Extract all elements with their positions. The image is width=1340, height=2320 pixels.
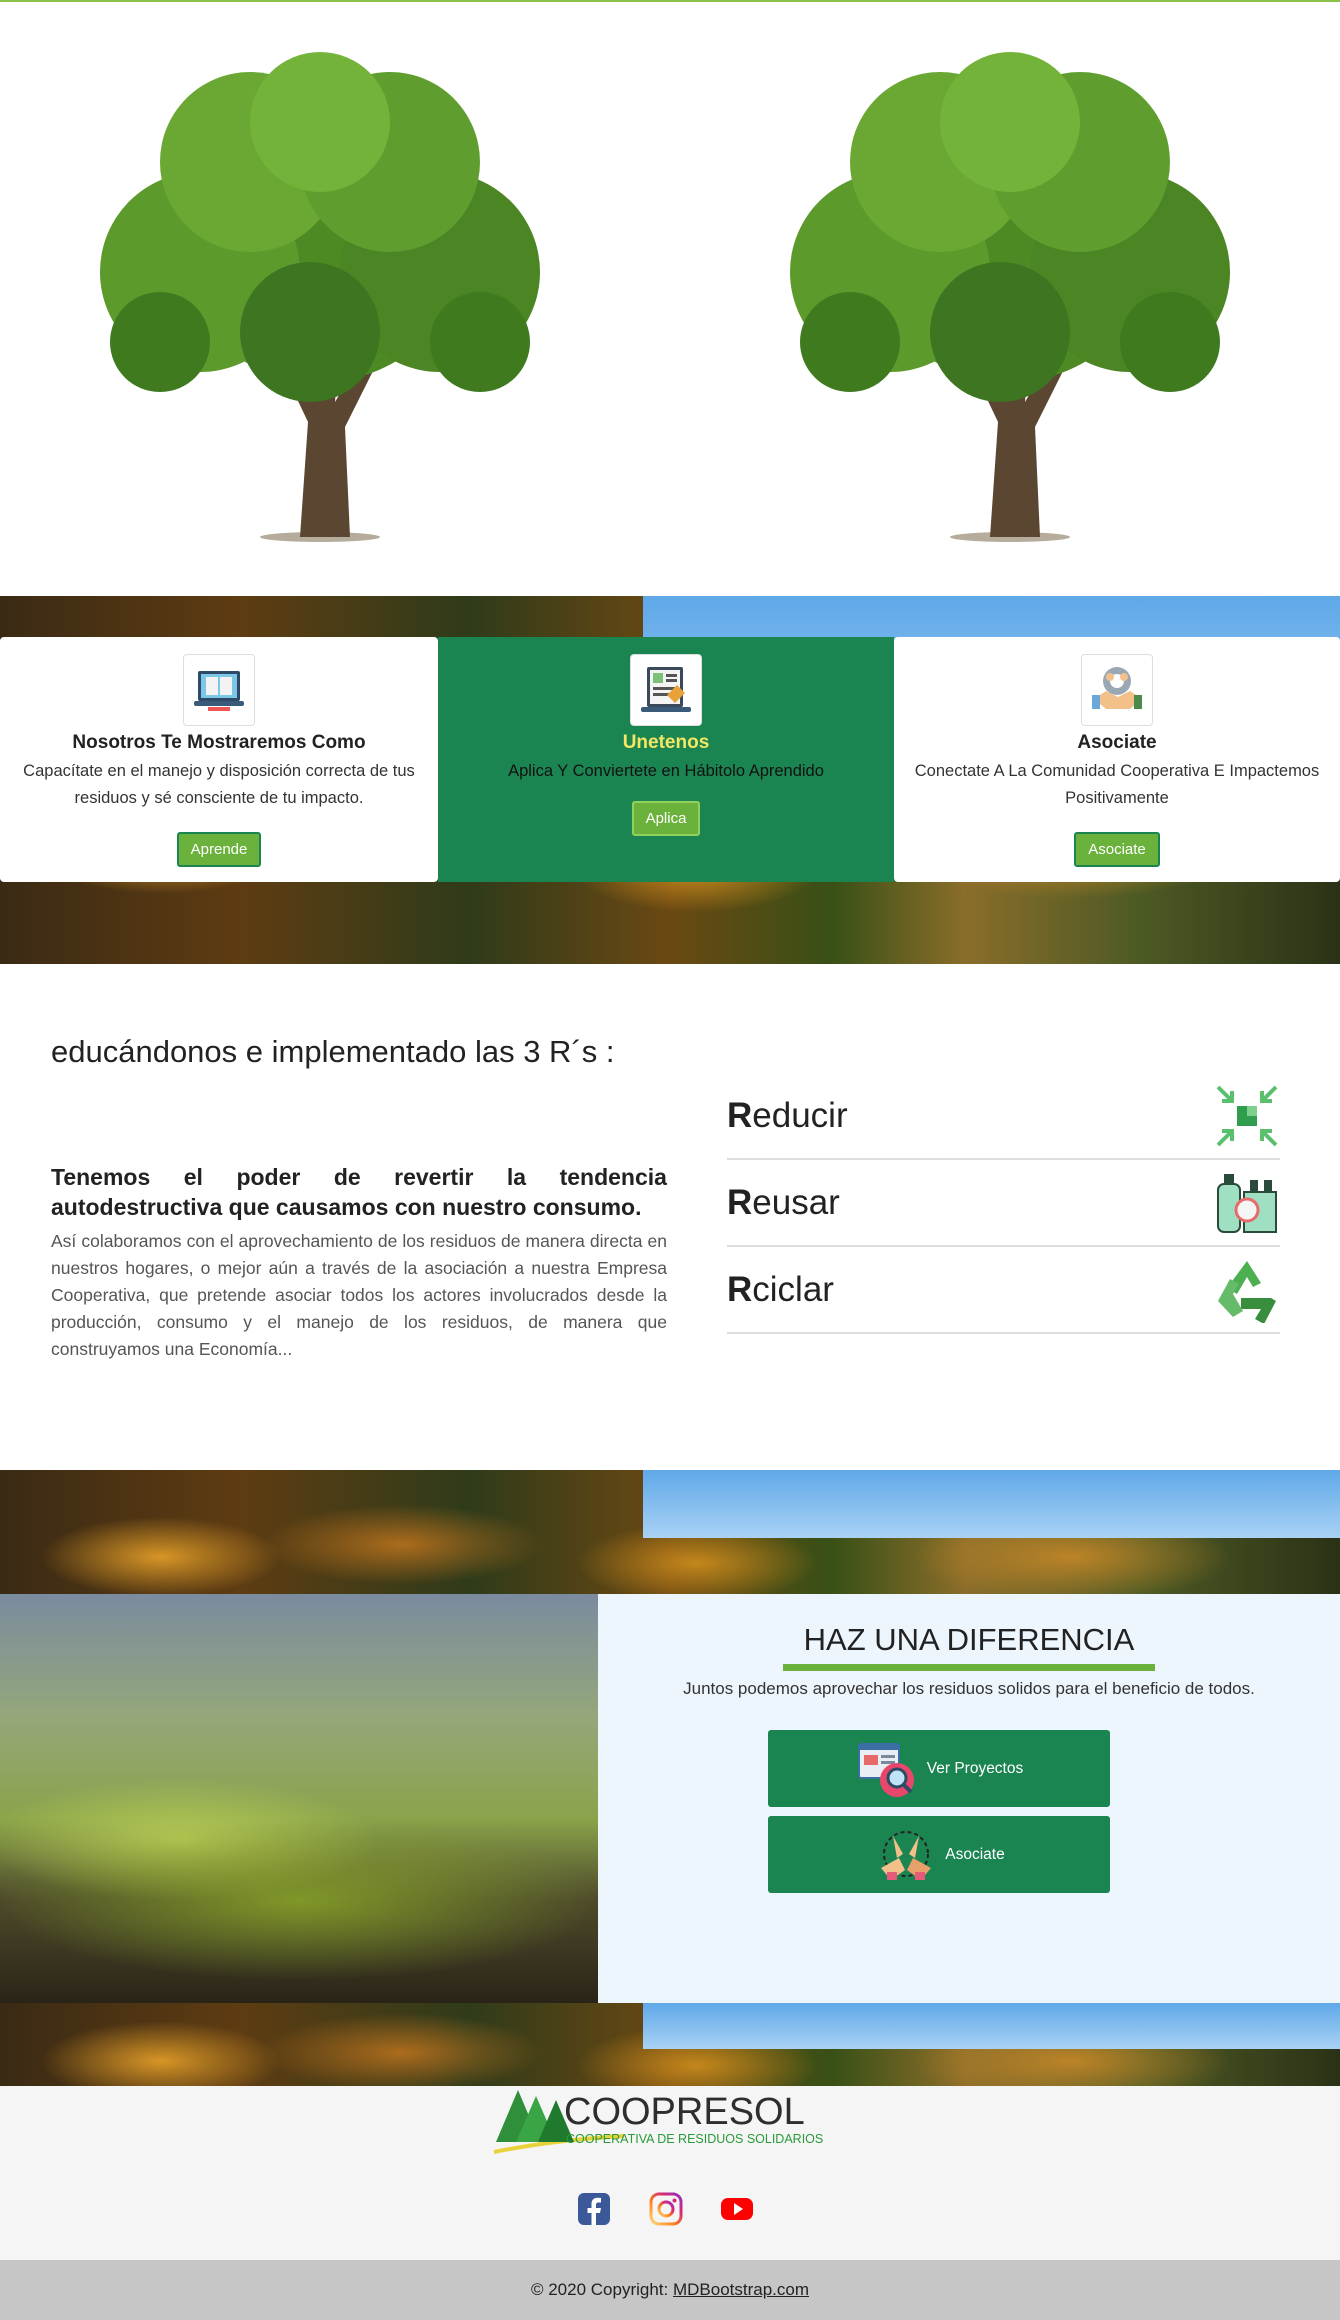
asociate-button[interactable]: Asociate [768, 1816, 1110, 1893]
svg-text:COOPERATIVA DE RESIDUOS SOLIDA: COOPERATIVA DE RESIDUOS SOLIDARIOS [566, 2132, 823, 2146]
ver-proyectos-label: Ver Proyectos [926, 1759, 1024, 1777]
card-text: Aplica Y Conviertete en Hábitolo Aprendi… [508, 762, 824, 780]
copyright-text: © 2020 Copyright: [530, 2280, 669, 2299]
asociate-card-button[interactable]: Asociate [1074, 832, 1160, 867]
reuse-bottles-icon [1217, 1173, 1277, 1233]
rs-body-text: Así colaboramos con el aprovechamiento d… [51, 1231, 667, 1359]
svg-text:COOPRESOL: COOPRESOL [564, 2091, 805, 2133]
r-word: Reducir [727, 1095, 848, 1135]
book-laptop-icon [183, 654, 255, 726]
tree-image-left [100, 52, 540, 542]
subtitle-word: poder [236, 1164, 301, 1190]
coopresol-logo[interactable]: COOPRESOL COOPERATIVA DE RESIDUOS SOLIDA… [492, 2086, 842, 2156]
subtitle-word: la [506, 1164, 527, 1190]
card-title: Asociate [1077, 732, 1157, 753]
card-title: Nosotros Te Mostraremos Como [72, 732, 366, 753]
tree-image-right [790, 52, 1230, 542]
rs-section-title: educándonos e implementado las 3 R´s : [51, 1034, 615, 1069]
card-text: Conectate A La Comunidad Cooperativa E I… [914, 762, 1320, 807]
application-form-icon [630, 654, 702, 726]
hero-section [0, 2, 1340, 596]
r-word: Reusar [727, 1182, 840, 1222]
aplica-button[interactable]: Aplica [631, 801, 701, 836]
youtube-icon[interactable] [720, 2192, 754, 2226]
asociate-label: Asociate [945, 1845, 1005, 1863]
rs-subtitle: Tenemos el poder de revertir la tendenci… [51, 1162, 667, 1222]
subtitle-word: revertir [394, 1164, 474, 1190]
instagram-icon[interactable] [649, 2192, 683, 2226]
moss-photo [0, 1594, 598, 2003]
subtitle-line-2: autodestructiva que causamos con nuestro… [51, 1194, 642, 1220]
r-word: Rciclar [727, 1269, 834, 1309]
subtitle-word: el [183, 1164, 203, 1190]
facebook-icon[interactable] [577, 2192, 611, 2226]
card-text: Capacítate en el manejo y disposición co… [23, 762, 415, 807]
subtitle-word: Tenemos [51, 1164, 151, 1190]
card-associate: Asociate Conectate A La Comunidad Cooper… [894, 637, 1340, 882]
search-document-icon [857, 1742, 914, 1797]
r-item-reciclar: Rciclar [727, 1247, 1280, 1334]
diferencia-text: Juntos podemos aprovechar los residuos s… [683, 1679, 1255, 1698]
card-join: Unetenos Aplica Y Conviertete en Hábitol… [438, 637, 894, 882]
recycle-icon [1218, 1260, 1276, 1323]
diferencia-title: HAZ UNA DIFERENCIA [803, 1622, 1135, 1657]
aprende-button[interactable]: Aprende [176, 832, 262, 867]
forest-banner-3 [0, 2003, 1340, 2086]
ver-proyectos-button[interactable]: Ver Proyectos [768, 1730, 1110, 1807]
reduce-arrows-icon [1216, 1085, 1278, 1146]
card-title: Unetenos [622, 732, 710, 753]
copyright-bar: © 2020 Copyright: MDBootstrap.com [0, 2260, 1340, 2320]
r-item-reusar: Reusar [727, 1160, 1280, 1247]
mdbootstrap-link[interactable]: MDBootstrap.com [673, 2280, 809, 2299]
subtitle-word: tendencia [559, 1164, 667, 1190]
subtitle-word: de [333, 1164, 361, 1190]
joined-hands-icon [881, 1830, 932, 1880]
title-underline [783, 1664, 1155, 1671]
r-item-reducir: Reducir [727, 1073, 1280, 1160]
card-learn: Nosotros Te Mostraremos Como Capacítate … [0, 637, 438, 882]
handshake-gear-icon [1081, 654, 1153, 726]
diferencia-panel: HAZ UNA DIFERENCIA Juntos podemos aprove… [598, 1594, 1340, 2003]
forest-banner-2 [0, 1470, 1340, 1594]
